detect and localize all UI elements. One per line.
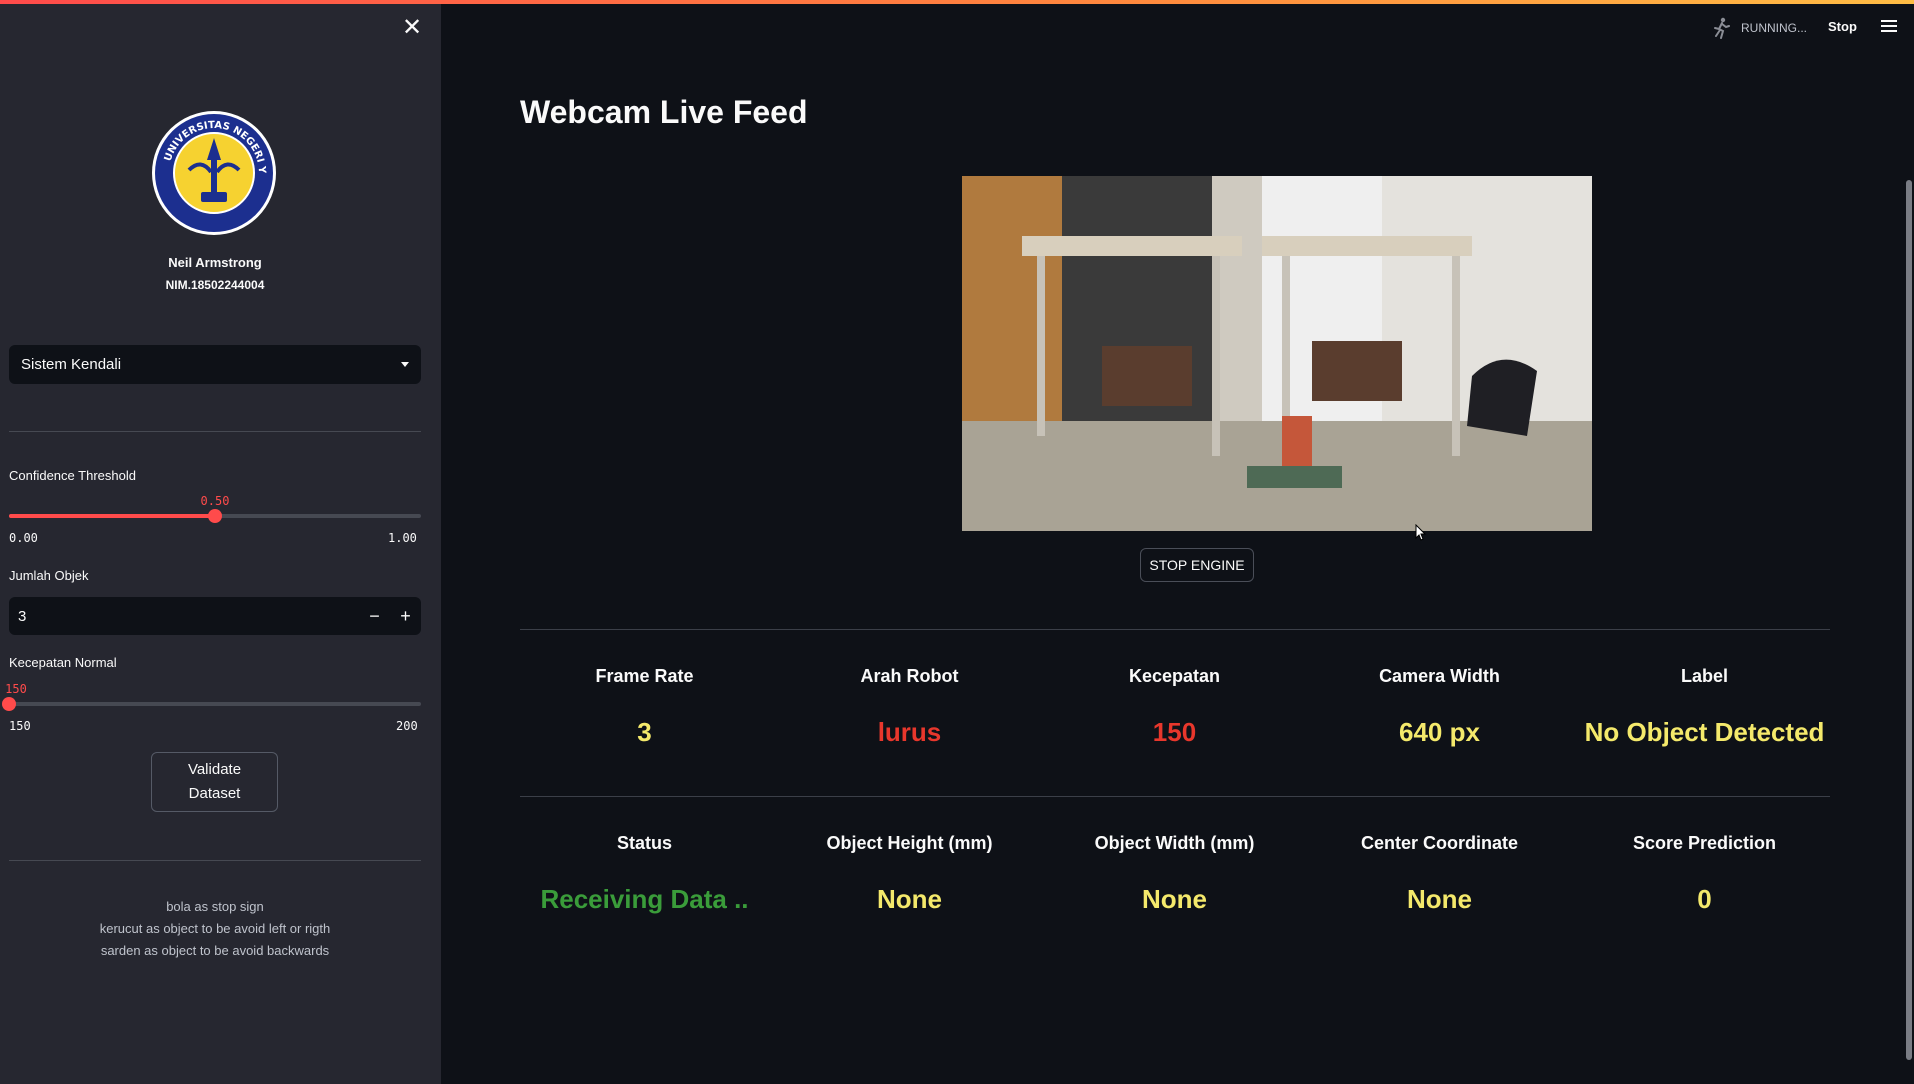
metric-label: Frame Rate bbox=[595, 666, 694, 686]
jumlah-objek-label: Jumlah Objek bbox=[9, 568, 89, 583]
metric-card: Camera Width 640 px bbox=[1307, 666, 1572, 748]
mode-select[interactable]: Sistem Kendali bbox=[9, 345, 421, 384]
stop-engine-button[interactable]: STOP ENGINE bbox=[1140, 548, 1254, 582]
kecepatan-slider[interactable] bbox=[2, 697, 421, 711]
hamburger-menu-icon[interactable] bbox=[1881, 20, 1897, 34]
mouse-cursor-icon bbox=[1415, 524, 1427, 541]
validate-dataset-button[interactable]: Validate Dataset bbox=[151, 752, 278, 812]
metric-label: Kecepatan bbox=[1128, 666, 1221, 686]
confidence-value: 0.50 bbox=[200, 494, 230, 508]
running-status: RUNNING... bbox=[1711, 17, 1807, 39]
metric-card: Object Width (mm) None bbox=[1042, 833, 1307, 915]
metric-card: Center Coordinate None bbox=[1307, 833, 1572, 915]
increment-button[interactable]: + bbox=[390, 597, 421, 635]
metric-value: None bbox=[1407, 884, 1472, 914]
metric-label: Status bbox=[616, 833, 672, 853]
sidebar-divider-2 bbox=[9, 860, 421, 861]
validate-label-line2: Dataset bbox=[188, 785, 241, 802]
kecepatan-label: Kecepatan Normal bbox=[9, 655, 117, 670]
metric-card: Object Height (mm) None bbox=[777, 833, 1042, 915]
chevron-down-icon bbox=[401, 362, 409, 367]
decrement-button[interactable]: − bbox=[359, 597, 390, 635]
metric-card: Kecepatan 150 bbox=[1042, 666, 1307, 748]
metric-card: Frame Rate 3 bbox=[512, 666, 777, 748]
user-name: Neil Armstrong bbox=[168, 255, 262, 270]
confidence-label: Confidence Threshold bbox=[9, 468, 136, 483]
metric-card: Score Prediction 0 bbox=[1572, 833, 1837, 915]
main-divider bbox=[520, 629, 1830, 630]
metric-label: Label bbox=[1680, 666, 1728, 686]
scrollbar[interactable] bbox=[1906, 180, 1912, 1060]
metric-value: None bbox=[1142, 884, 1207, 914]
confidence-slider-thumb[interactable] bbox=[208, 509, 222, 523]
metric-label: Object Width (mm) bbox=[1094, 833, 1255, 853]
note-line: sarden as object to be avoid backwards bbox=[100, 943, 330, 958]
metric-label: Score Prediction bbox=[1632, 833, 1777, 853]
app-window: ✕ UNIVERSITAS NEGERI YOGYAKARTA Neil Arm… bbox=[0, 0, 1914, 1084]
validate-label-line1: Validate bbox=[187, 761, 242, 778]
metric-label: Arah Robot bbox=[860, 666, 959, 686]
metric-value: 640 px bbox=[1399, 717, 1480, 747]
university-logo: UNIVERSITAS NEGERI YOGYAKARTA bbox=[151, 110, 276, 235]
metric-card: Status Receiving Data .. bbox=[512, 833, 777, 915]
confidence-max: 1.00 bbox=[388, 531, 417, 545]
note-line: kerucut as object to be avoid left or ri… bbox=[99, 921, 331, 936]
page-title: Webcam Live Feed bbox=[520, 94, 808, 130]
confidence-slider-fill bbox=[9, 514, 215, 518]
webcam-feed-image bbox=[962, 176, 1592, 531]
kecepatan-max: 200 bbox=[396, 719, 418, 733]
kecepatan-slider-thumb[interactable] bbox=[2, 697, 16, 711]
user-nim: NIM.18502244004 bbox=[165, 278, 265, 292]
confidence-min: 0.00 bbox=[9, 531, 38, 545]
metric-label: Camera Width bbox=[1379, 666, 1500, 686]
sidebar-divider bbox=[9, 431, 421, 432]
metric-card: Arah Robot lurus bbox=[777, 666, 1042, 748]
metric-value: 150 bbox=[1152, 717, 1197, 747]
metric-label: Object Height (mm) bbox=[826, 833, 993, 853]
metric-value: None bbox=[877, 884, 942, 914]
note-line: bola as stop sign bbox=[166, 899, 264, 914]
metric-value: 3 bbox=[637, 717, 652, 747]
metric-value: No Object Detected bbox=[1584, 717, 1825, 747]
kecepatan-value: 150 bbox=[5, 682, 27, 696]
mode-select-value: Sistem Kendali bbox=[21, 356, 122, 373]
kecepatan-min: 150 bbox=[9, 719, 31, 733]
jumlah-objek-input[interactable]: 3 − + bbox=[9, 597, 421, 635]
confidence-slider[interactable] bbox=[9, 509, 421, 523]
class-notes: bola as stop sign kerucut as object to b… bbox=[0, 896, 430, 962]
jumlah-objek-value[interactable]: 3 bbox=[9, 608, 359, 625]
metric-value: Receiving Data .. bbox=[540, 884, 749, 914]
stop-button[interactable]: Stop bbox=[1828, 19, 1857, 34]
metric-value: lurus bbox=[877, 717, 942, 747]
sidebar: ✕ UNIVERSITAS NEGERI YOGYAKARTA Neil Arm… bbox=[0, 0, 441, 1084]
metric-label: Center Coordinate bbox=[1360, 833, 1519, 853]
metric-value: 0 bbox=[1697, 884, 1712, 914]
main-divider-2 bbox=[520, 796, 1830, 797]
metric-card: Label No Object Detected bbox=[1572, 666, 1837, 748]
running-text: RUNNING... bbox=[1741, 21, 1807, 35]
close-sidebar-button[interactable]: ✕ bbox=[400, 16, 424, 40]
top-progress-line bbox=[0, 0, 1914, 4]
running-man-icon bbox=[1714, 17, 1730, 39]
